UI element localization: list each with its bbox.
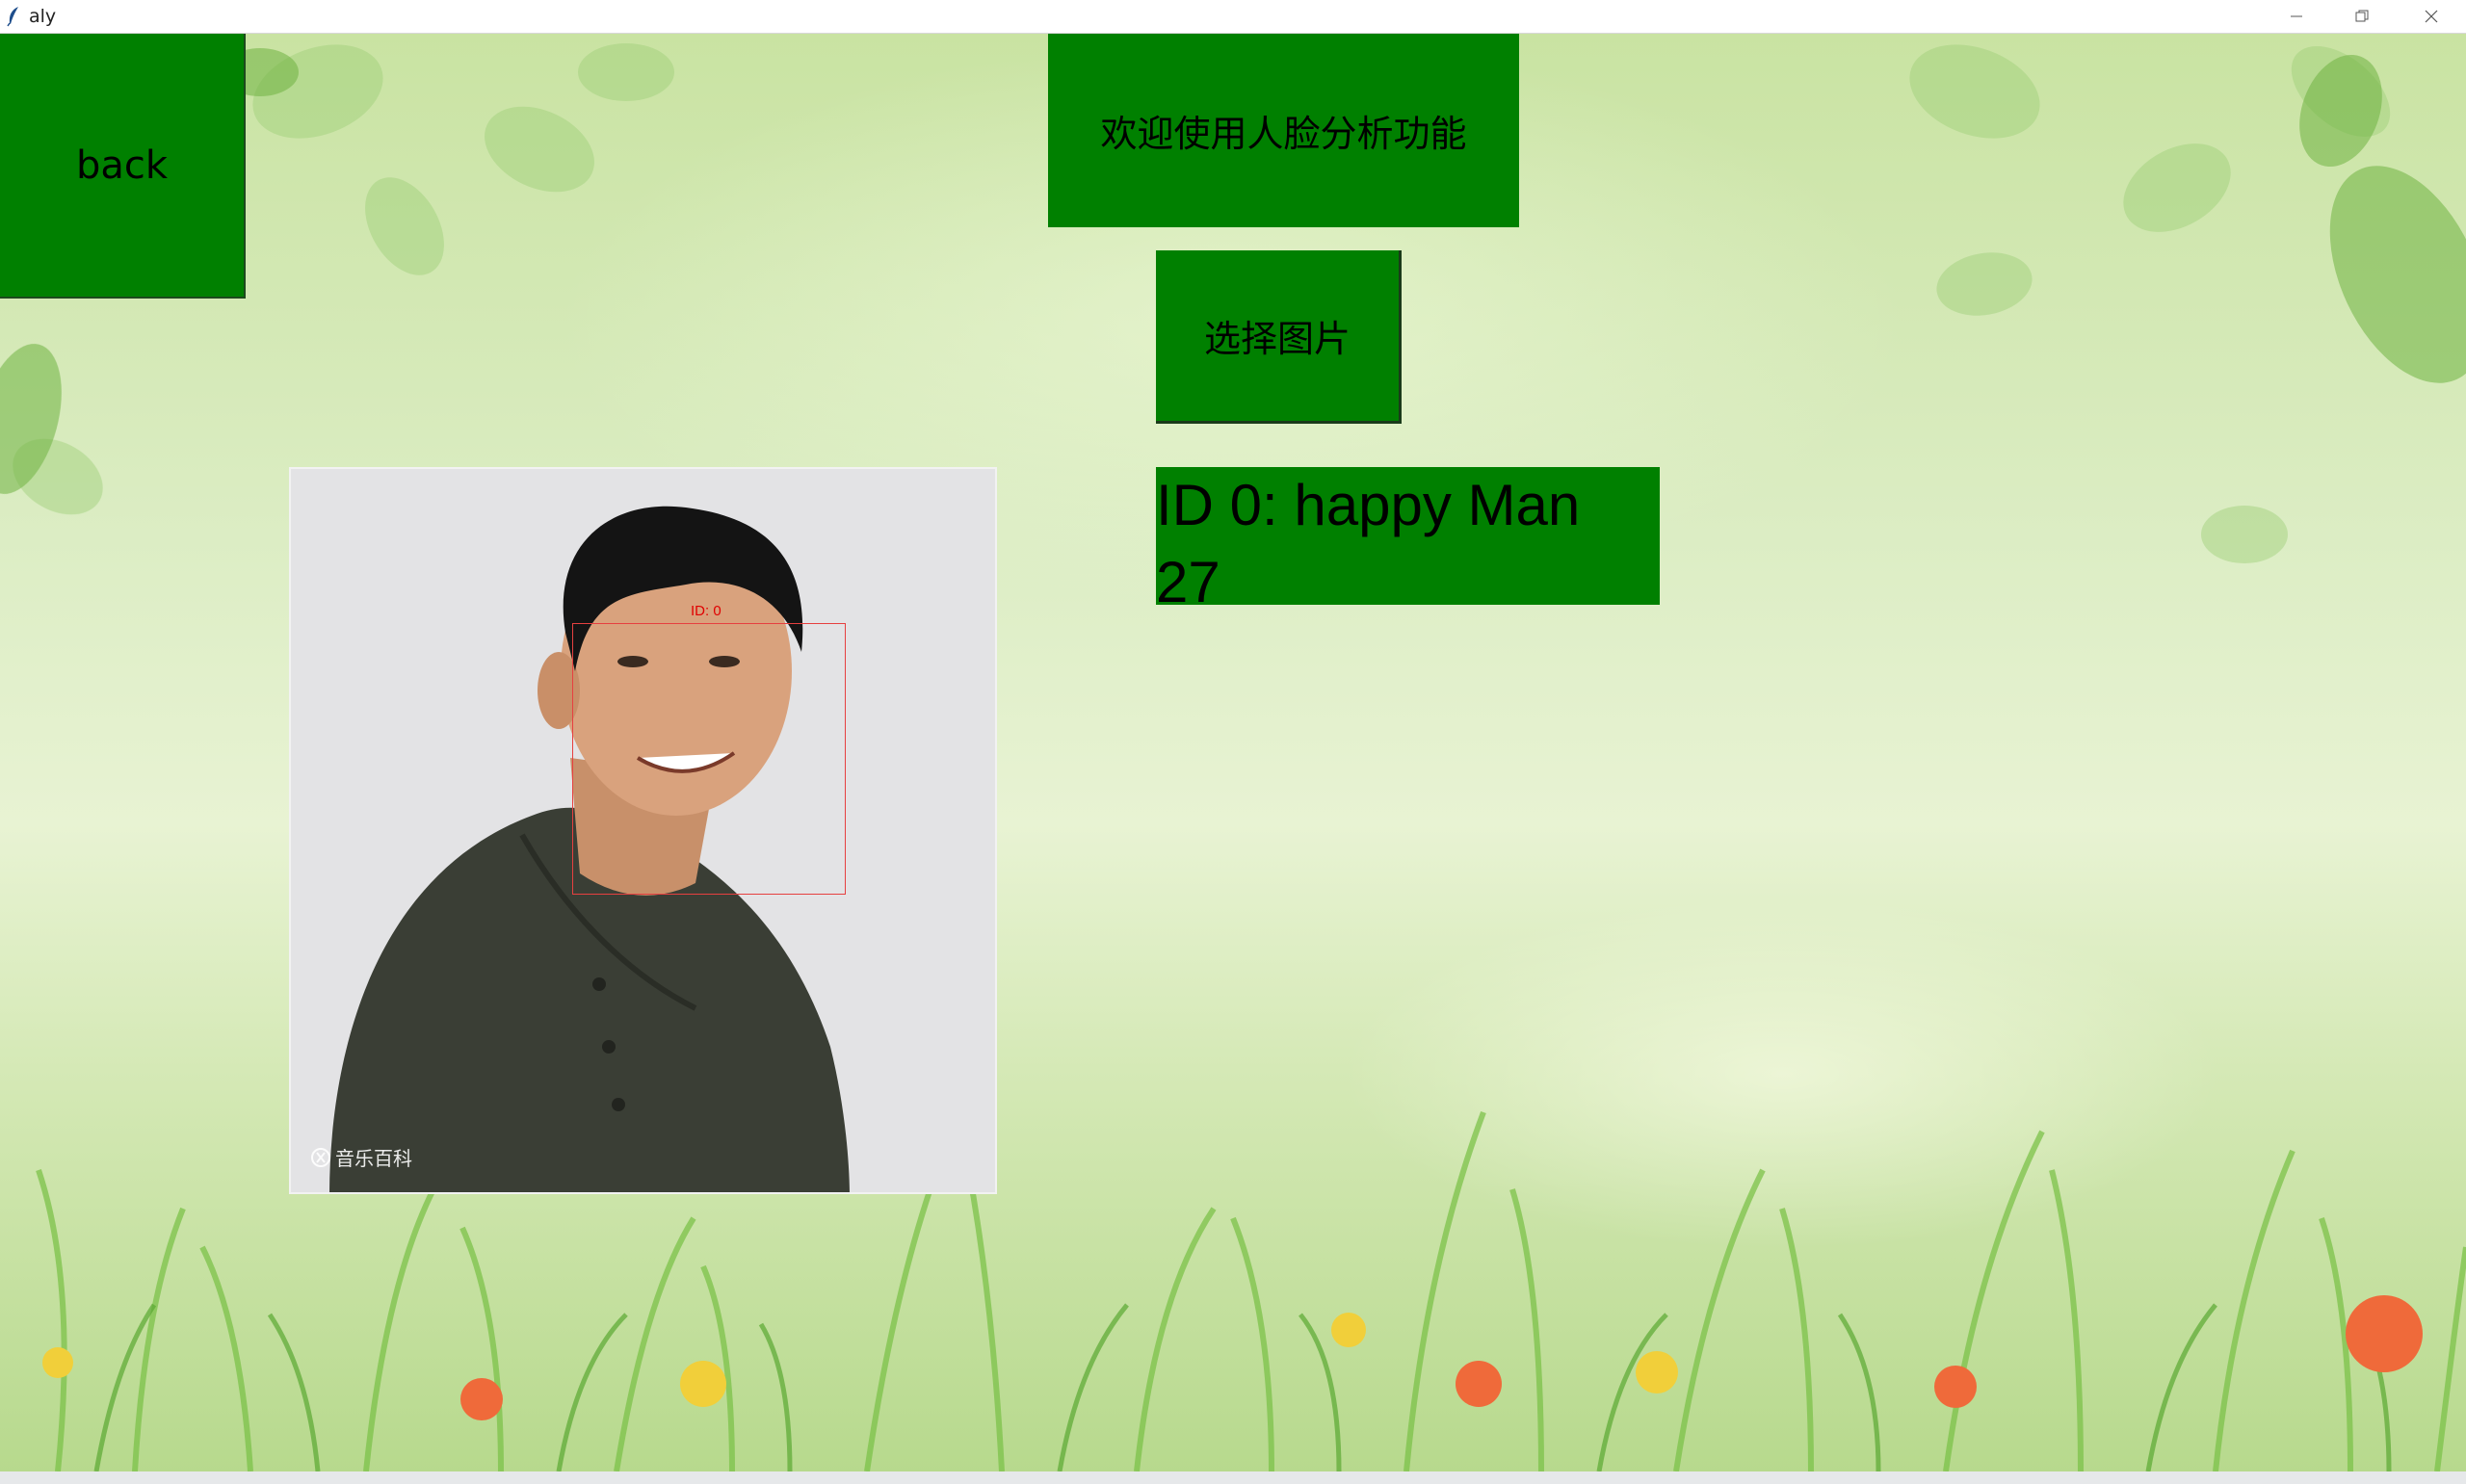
face-detection-box bbox=[572, 623, 846, 895]
taskbar-edge bbox=[0, 1471, 2466, 1484]
back-button[interactable]: back bbox=[0, 34, 246, 299]
analysis-result-label: ID 0: happy Man 27 bbox=[1156, 467, 1660, 614]
feather-icon bbox=[7, 7, 18, 27]
restore-button[interactable] bbox=[2329, 0, 2395, 33]
select-image-button[interactable]: 选择图片 bbox=[1156, 250, 1402, 424]
watermark-text: 音乐百科 bbox=[335, 1147, 412, 1170]
welcome-label: 欢迎使用人脸分析功能 bbox=[1048, 34, 1519, 227]
image-watermark: 音乐百科 bbox=[310, 1143, 412, 1171]
window-title: aly bbox=[29, 6, 57, 27]
app-canvas: back 欢迎使用人脸分析功能 选择图片 ID 0: happy Man 27 bbox=[0, 34, 2466, 1471]
minimize-icon bbox=[2291, 15, 2302, 17]
restore-icon bbox=[2355, 10, 2369, 22]
analyzed-photo: ID: 0 音乐百科 bbox=[289, 467, 997, 1194]
watermark-logo-icon bbox=[311, 1147, 330, 1167]
title-bar: aly bbox=[0, 0, 2466, 34]
face-id-label: ID: 0 bbox=[691, 603, 721, 619]
close-button[interactable] bbox=[2399, 0, 2464, 33]
minimize-button[interactable] bbox=[2264, 0, 2329, 33]
close-icon bbox=[2425, 10, 2438, 23]
